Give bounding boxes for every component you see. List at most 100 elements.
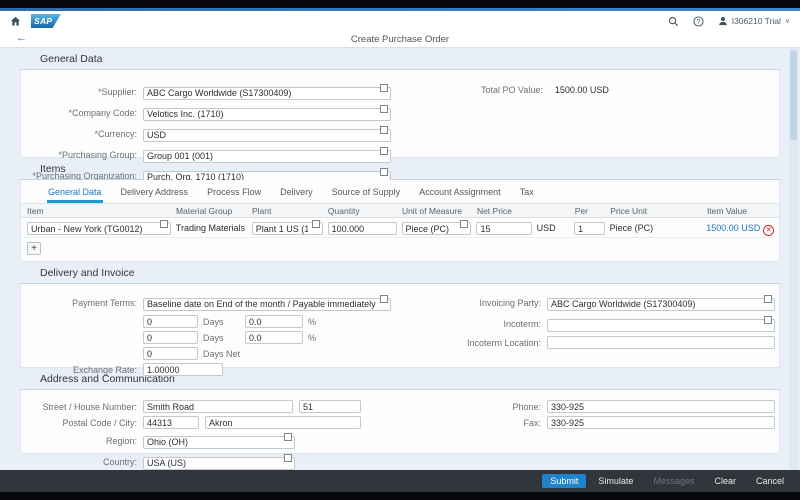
tab-delivery[interactable]: Delivery	[279, 187, 314, 203]
invoicing-party-input[interactable]	[547, 298, 775, 311]
value-help-icon[interactable]	[382, 86, 388, 92]
city-input[interactable]	[205, 416, 361, 429]
footer-toolbar: Submit Simulate Messages Clear Cancel	[0, 470, 800, 492]
net-price-input[interactable]	[476, 222, 531, 235]
purchasing-group-label: *Purchasing Group:	[21, 150, 143, 160]
value-help-icon[interactable]	[382, 170, 388, 176]
page-title: Create Purchase Order	[0, 34, 800, 45]
help-icon[interactable]: ?	[693, 16, 704, 27]
region-input[interactable]	[143, 436, 295, 449]
tab-delivery-address[interactable]: Delivery Address	[120, 187, 190, 203]
delete-item-icon[interactable]: ✕	[763, 225, 774, 236]
simulate-button[interactable]: Simulate	[590, 474, 641, 488]
messages-button[interactable]: Messages	[645, 474, 702, 488]
delivery-invoice-heading: Delivery and Invoice	[20, 262, 780, 284]
scrollbar-thumb[interactable]	[790, 50, 797, 140]
communication-right-column: Phone: Fax:	[459, 400, 775, 432]
app-window: SAP ? I306210 Trial ∨ ← Create Purchase …	[0, 0, 800, 500]
value-help-icon[interactable]	[382, 297, 388, 303]
col-per: Per	[575, 206, 606, 216]
fax-input[interactable]	[547, 416, 775, 429]
currency-input[interactable]	[143, 129, 391, 142]
tab-general-data[interactable]: General Data	[47, 187, 103, 203]
payment-terms-label: Payment Terms:	[21, 298, 143, 308]
user-name: I306210 Trial	[732, 16, 781, 26]
incoterm-location-input[interactable]	[547, 336, 775, 349]
tab-account-assignment[interactable]: Account Assignment	[418, 187, 502, 203]
house-number-input[interactable]	[299, 400, 361, 413]
discount-days-2-input[interactable]	[143, 331, 198, 344]
value-help-icon[interactable]	[382, 149, 388, 155]
street-input[interactable]	[143, 400, 293, 413]
scrollbar[interactable]	[789, 48, 798, 470]
quantity-input[interactable]	[328, 222, 397, 235]
value-help-icon[interactable]	[286, 435, 292, 441]
per-input[interactable]	[574, 222, 605, 235]
postal-code-input[interactable]	[143, 416, 199, 429]
value-help-icon[interactable]	[766, 297, 772, 303]
days-label: Days	[203, 333, 245, 343]
section-address: Address and Communication Street / House…	[20, 368, 780, 454]
supplier-label: *Supplier:	[21, 87, 143, 97]
shell-header: SAP ? I306210 Trial ∨	[0, 11, 800, 31]
value-help-icon[interactable]	[286, 456, 292, 462]
total-po-label: Total PO Value:	[481, 85, 549, 95]
col-plant: Plant	[252, 206, 323, 216]
item-input[interactable]	[27, 222, 171, 235]
address-panel: Street / House Number: Postal Code / Cit…	[20, 390, 780, 454]
page-content: General Data *Supplier: *Company Code: *…	[0, 48, 800, 470]
item-value-link[interactable]: 1500.00 USD	[706, 223, 758, 233]
purchasing-group-input[interactable]	[143, 150, 391, 163]
total-po-value: 1500.00 USD	[555, 85, 609, 95]
value-help-icon[interactable]	[162, 222, 168, 228]
tab-source-of-supply[interactable]: Source of Supply	[331, 187, 402, 203]
value-help-icon[interactable]	[314, 222, 320, 228]
search-icon[interactable]	[668, 16, 679, 27]
add-item-button[interactable]: +	[27, 242, 41, 255]
phone-label: Phone:	[459, 402, 547, 412]
user-menu[interactable]: I306210 Trial ∨	[718, 16, 790, 26]
material-group-cell: Trading Materials (L001	[176, 223, 247, 233]
fax-label: Fax:	[459, 418, 547, 428]
submit-button[interactable]: Submit	[542, 474, 586, 488]
percent-label: %	[308, 333, 350, 343]
incoterm-input[interactable]	[547, 319, 775, 332]
payment-terms-input[interactable]	[143, 298, 391, 311]
days-label: Days	[203, 317, 245, 327]
company-code-label: *Company Code:	[21, 108, 143, 118]
value-help-icon[interactable]	[462, 222, 468, 228]
cancel-button[interactable]: Cancel	[748, 474, 792, 488]
value-help-icon[interactable]	[766, 318, 772, 324]
days-net-label: Days Net	[203, 349, 240, 359]
tab-process-flow[interactable]: Process Flow	[206, 187, 262, 203]
price-unit-cell: Piece (PC)	[610, 223, 702, 233]
discount-days-1-input[interactable]	[143, 315, 198, 328]
percent-label: %	[308, 317, 350, 327]
company-code-input[interactable]	[143, 108, 391, 121]
country-input[interactable]	[143, 457, 295, 470]
currency-label: *Currency:	[21, 129, 143, 139]
col-unit-of-measure: Unit of Measure	[402, 206, 472, 216]
tab-tax[interactable]: Tax	[519, 187, 535, 203]
home-icon[interactable]	[10, 16, 21, 27]
phone-input[interactable]	[547, 400, 775, 413]
supplier-input[interactable]	[143, 87, 391, 100]
net-days-input[interactable]	[143, 347, 198, 360]
section-delivery-invoice: Delivery and Invoice Payment Terms: Days…	[20, 262, 780, 368]
section-general-data: General Data *Supplier: *Company Code: *…	[20, 48, 780, 158]
discount-percent-2-input[interactable]	[245, 331, 303, 344]
clear-button[interactable]: Clear	[706, 474, 744, 488]
general-data-panel: *Supplier: *Company Code: *Currency: *Pu…	[20, 70, 780, 158]
region-label: Region:	[21, 436, 143, 446]
col-net-price: Net Price	[477, 206, 532, 216]
items-panel: General Data Delivery Address Process Fl…	[20, 180, 780, 262]
street-label: Street / House Number:	[21, 402, 143, 412]
discount-percent-1-input[interactable]	[245, 315, 303, 328]
incoterm-label: Incoterm:	[459, 319, 547, 329]
items-table-header: Item Material Group Plant Quantity Unit …	[21, 204, 779, 218]
exchange-rate-input[interactable]	[143, 363, 223, 376]
value-help-icon[interactable]	[382, 107, 388, 113]
value-help-icon[interactable]	[382, 128, 388, 134]
items-tab-strip: General Data Delivery Address Process Fl…	[21, 180, 779, 204]
col-item-value: Item Value	[707, 206, 758, 216]
